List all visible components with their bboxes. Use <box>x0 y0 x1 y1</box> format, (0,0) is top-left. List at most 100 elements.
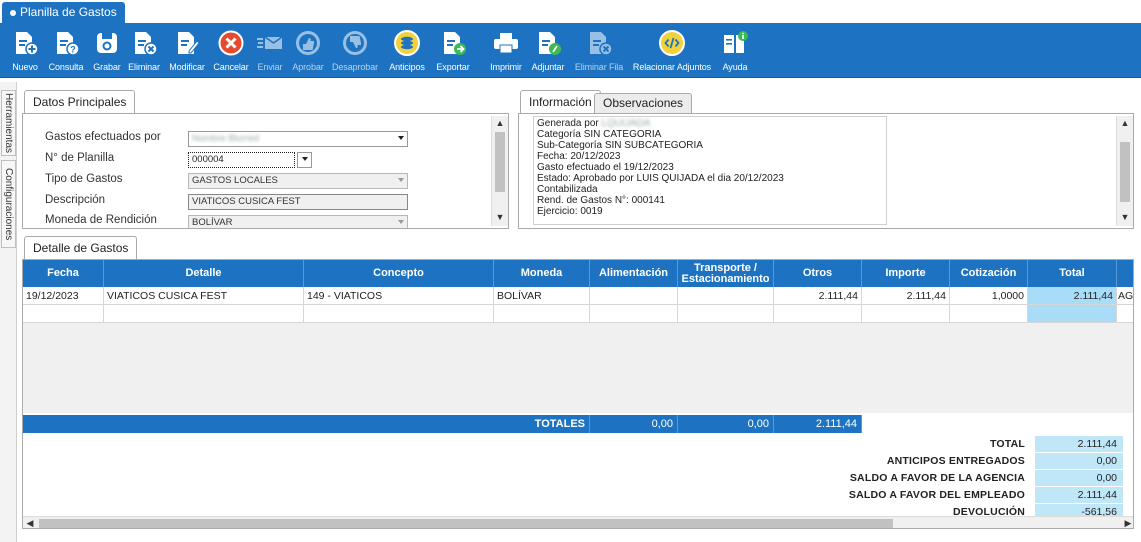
numero-planilla-dropdown-button[interactable] <box>297 152 312 168</box>
tab-informacion[interactable]: Información <box>520 90 601 114</box>
scroll-left-icon[interactable]: ◀ <box>23 517 37 528</box>
cell-empty[interactable] <box>1117 305 1133 323</box>
datos-vertical-scrollbar[interactable]: ▲ ▼ <box>491 116 508 226</box>
column-header-concepto[interactable]: Concepto <box>304 260 494 287</box>
grabar-button[interactable]: Grabar <box>92 26 122 76</box>
send-mail-icon <box>255 28 285 58</box>
cell-cotizacion[interactable]: 1,0000 <box>950 287 1028 305</box>
totales-otros: 2.111,44 <box>774 415 862 433</box>
datos-principales-panel: Gastos efectuados por Nombre Blurred N° … <box>22 113 509 229</box>
descripcion-input[interactable]: VIATICOS CUSICA FEST <box>188 194 408 210</box>
adjuntar-button[interactable]: Adjuntar <box>528 26 568 76</box>
table-row-empty[interactable] <box>23 305 1133 323</box>
tab-dot-icon <box>10 9 16 16</box>
column-header-total[interactable]: Total <box>1028 260 1117 287</box>
column-header-transporte[interactable]: Transporte / Estacionamiento <box>678 260 774 287</box>
export-icon <box>438 28 468 58</box>
tab-observaciones-label: Observaciones <box>603 96 684 110</box>
consulta-button[interactable]: ? Consulta <box>46 26 86 76</box>
tab-detalle-gastos[interactable]: Detalle de Gastos <box>24 236 138 260</box>
scroll-thumb[interactable] <box>1120 142 1130 202</box>
scroll-thumb[interactable] <box>495 132 505 192</box>
exportar-button[interactable]: Exportar <box>432 26 474 76</box>
cell-transporte[interactable] <box>678 287 774 305</box>
column-header-otros[interactable]: Otros <box>774 260 862 287</box>
cell-extra[interactable]: AG <box>1117 287 1133 305</box>
cancelar-button[interactable]: Cancelar <box>210 26 252 76</box>
gastos-efectuados-select[interactable]: Nombre Blurred <box>188 131 408 147</box>
side-tab-herramientas[interactable]: Herramientas <box>1 90 16 156</box>
cell-empty[interactable] <box>774 305 862 323</box>
column-header-moneda[interactable]: Moneda <box>494 260 590 287</box>
column-header-alimentacion[interactable]: Alimentación <box>590 260 678 287</box>
table-row[interactable]: 19/12/2023 VIATICOS CUSICA FEST 149 - VI… <box>23 287 1133 305</box>
coins-icon <box>392 28 422 58</box>
side-tab-configuraciones-label: Configuraciones <box>3 167 14 241</box>
cell-importe[interactable]: 2.111,44 <box>862 287 950 305</box>
cell-empty[interactable] <box>304 305 494 323</box>
column-header-fecha[interactable]: Fecha <box>23 260 104 287</box>
informacion-panel: Generada por LQUIJADA Categoría SIN CATE… <box>518 113 1134 229</box>
tab-observaciones[interactable]: Observaciones <box>594 93 693 114</box>
enviar-button[interactable]: Enviar <box>254 26 286 76</box>
window-tab-title: Planilla de Gastos <box>20 5 117 19</box>
horizontal-scrollbar[interactable]: ◀ ▶ <box>23 516 1133 528</box>
modificar-button[interactable]: Modificar <box>166 26 208 76</box>
grid-body: 19/12/2023 VIATICOS CUSICA FEST 149 - VI… <box>23 287 1133 413</box>
eliminar-fila-button[interactable]: Eliminar Fila <box>571 26 627 76</box>
svg-text:?: ? <box>70 45 76 55</box>
tab-informacion-label: Información <box>529 95 592 109</box>
scroll-up-icon[interactable]: ▲ <box>1117 116 1133 130</box>
nuevo-label: Nuevo <box>12 62 38 72</box>
cell-empty[interactable] <box>862 305 950 323</box>
cell-empty[interactable] <box>678 305 774 323</box>
cell-empty-total[interactable] <box>1028 305 1117 323</box>
desaprobar-label: Desaprobar <box>331 62 379 72</box>
nuevo-button[interactable]: Nuevo <box>10 26 40 76</box>
window-tab[interactable]: Planilla de Gastos <box>2 2 125 23</box>
eliminar-fila-label: Eliminar Fila <box>574 62 624 72</box>
cell-empty[interactable] <box>950 305 1028 323</box>
numero-planilla-select[interactable]: 000004 <box>188 152 295 168</box>
cell-fecha[interactable]: 19/12/2023 <box>23 287 104 305</box>
eliminar-button[interactable]: Eliminar <box>124 26 164 76</box>
cell-empty[interactable] <box>23 305 104 323</box>
scroll-down-icon[interactable]: ▼ <box>1117 210 1133 224</box>
cell-empty[interactable] <box>494 305 590 323</box>
aprobar-button[interactable]: Aprobar <box>290 26 326 76</box>
cell-detalle[interactable]: VIATICOS CUSICA FEST <box>104 287 304 305</box>
info-vertical-scrollbar[interactable]: ▲ ▼ <box>1116 116 1133 226</box>
relacionar-adjuntos-button[interactable]: Relacionar Adjuntos <box>629 26 715 76</box>
attach-doc-icon <box>533 28 563 58</box>
scroll-up-icon[interactable]: ▲ <box>492 116 508 130</box>
desaprobar-button[interactable]: Desaprobar <box>329 26 381 76</box>
info-line-estado: Estado: Aprobado por LUIS QUIJADA el dia… <box>537 173 784 184</box>
cell-empty[interactable] <box>104 305 304 323</box>
side-tab-configuraciones[interactable]: Configuraciones <box>1 160 16 248</box>
summary-total: TOTAL 2.111,44 <box>783 435 1123 452</box>
scroll-thumb[interactable] <box>39 519 893 528</box>
tipo-gastos-label: Tipo de Gastos <box>45 173 123 185</box>
column-header-cotizacion[interactable]: Cotización <box>950 260 1028 287</box>
cell-otros[interactable]: 2.111,44 <box>774 287 862 305</box>
anticipos-button[interactable]: Anticipos <box>386 26 428 76</box>
ayuda-button[interactable]: Ayuda <box>720 26 750 76</box>
new-doc-icon <box>10 28 40 58</box>
moneda-rendicion-select[interactable]: BOLÍVAR <box>188 215 408 228</box>
anticipos-label: Anticipos <box>389 62 425 72</box>
descripcion-value: VIATICOS CUSICA FEST <box>192 196 301 207</box>
cell-empty[interactable] <box>590 305 678 323</box>
adjuntar-label: Adjuntar <box>531 62 565 72</box>
imprimir-button[interactable]: Imprimir <box>486 26 526 76</box>
info-generada-user: LQUIJADA <box>601 118 651 129</box>
tipo-gastos-select[interactable]: GASTOS LOCALES <box>188 173 408 189</box>
cell-concepto[interactable]: 149 - VIATICOS <box>304 287 494 305</box>
tab-datos-principales[interactable]: Datos Principales <box>24 90 136 114</box>
scroll-right-icon[interactable]: ▶ <box>1121 517 1133 528</box>
cell-alimentacion[interactable] <box>590 287 678 305</box>
cell-total[interactable]: 2.111,44 <box>1028 287 1117 305</box>
column-header-importe[interactable]: Importe <box>862 260 950 287</box>
column-header-detalle[interactable]: Detalle <box>104 260 304 287</box>
scroll-down-icon[interactable]: ▼ <box>492 210 508 224</box>
cell-moneda[interactable]: BOLÍVAR <box>494 287 590 305</box>
